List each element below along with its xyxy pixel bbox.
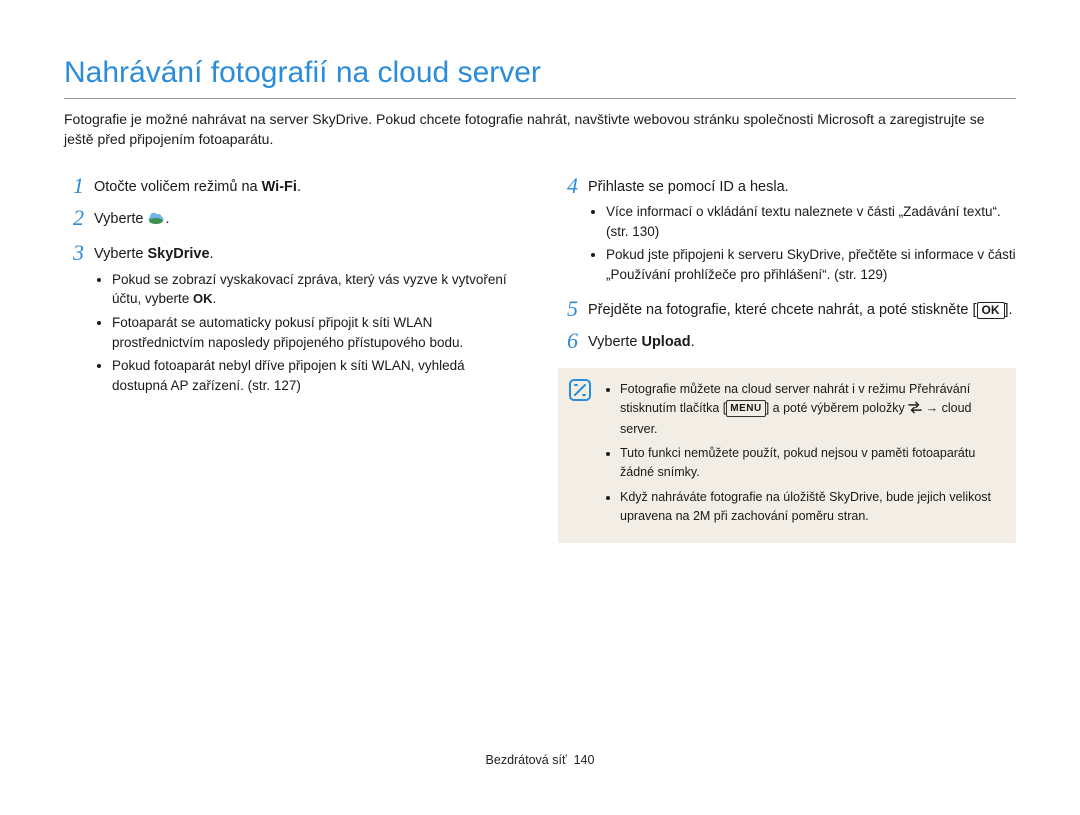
ok-button-label: OK [977, 302, 1005, 320]
step-number: 2 [64, 206, 84, 233]
right-column: 4 Přihlaste se pomocí ID a hesla. Více i… [558, 174, 1016, 544]
columns: 1 Otočte voličem režimů na Wi-Fi. 2 Vybe… [64, 174, 1016, 544]
step-text-end: ]. [1005, 302, 1013, 318]
step-4-bullets: Více informací o vkládání textu naleznet… [588, 202, 1016, 284]
left-column: 1 Otočte voličem režimů na Wi-Fi. 2 Vybe… [64, 174, 522, 544]
step-number: 6 [558, 329, 578, 354]
note-item: Když nahráváte fotografie na úložiště Sk… [620, 488, 1002, 526]
bullet-text-end: . [213, 291, 217, 306]
step-text: Vyberte [94, 246, 147, 262]
transfer-icon [908, 401, 922, 420]
step-bold: Upload [641, 334, 690, 350]
step-text-end: . [210, 246, 214, 262]
bullet: Pokud jste připojeni k serveru SkyDrive,… [606, 245, 1016, 284]
step-text: Vyberte [94, 211, 147, 227]
page-title: Nahrávání fotografií na cloud server [64, 56, 1016, 90]
step-text: Vyberte [588, 334, 641, 350]
note-box: Fotografie můžete na cloud server nahrát… [558, 368, 1016, 543]
step-text: Přejděte na fotografie, které chcete nah… [588, 302, 977, 318]
step-text-end: . [691, 334, 695, 350]
wifi-label: Wi-Fi [262, 179, 297, 195]
bullet: Fotoaparát se automaticky pokusí připoji… [112, 313, 522, 352]
step-number: 4 [558, 174, 578, 289]
note-icon [568, 378, 592, 402]
step-text-end: . [297, 179, 301, 195]
page-footer: Bezdrátová síť 140 [64, 753, 1016, 767]
intro-text: Fotografie je možné nahrávat na server S… [64, 109, 1016, 150]
step-number: 3 [64, 241, 84, 399]
footer-page-number: 140 [574, 753, 595, 767]
step-text: Přihlaste se pomocí ID a hesla. [588, 177, 1016, 199]
step-number: 5 [558, 297, 578, 322]
note-item: Tuto funkci nemůžete použít, pokud nejso… [620, 444, 1002, 482]
step-text-end: . [165, 211, 169, 227]
step-text: Otočte voličem režimů na [94, 179, 262, 195]
ok-bold: OK [193, 291, 213, 306]
step-1: 1 Otočte voličem režimů na Wi-Fi. [64, 174, 522, 199]
step-6: 6 Vyberte Upload. [558, 329, 1016, 354]
step-number: 1 [64, 174, 84, 199]
bullet-text: Pokud se zobrazí vyskakovací zpráva, kte… [112, 272, 507, 307]
step-4: 4 Přihlaste se pomocí ID a hesla. Více i… [558, 174, 1016, 289]
step-2: 2 Vyberte . [64, 206, 522, 233]
bullet: Více informací o vkládání textu naleznet… [606, 202, 1016, 241]
step-bold: SkyDrive [147, 246, 209, 262]
step-5: 5 Přejděte na fotografie, které chcete n… [558, 297, 1016, 322]
title-rule [64, 98, 1016, 99]
menu-button-label: MENU [726, 400, 765, 417]
footer-section: Bezdrátová síť [486, 753, 567, 767]
bullet: Pokud se zobrazí vyskakovací zpráva, kte… [112, 270, 522, 309]
step-3: 3 Vyberte SkyDrive. Pokud se zobrazí vys… [64, 241, 522, 399]
note-item: Fotografie můžete na cloud server nahrát… [620, 380, 1002, 438]
bullet: Pokud fotoaparát nebyl dříve připojen k … [112, 356, 522, 395]
step-3-bullets: Pokud se zobrazí vyskakovací zpráva, kte… [94, 270, 522, 396]
note-text: ] a poté výběrem položky [766, 401, 908, 415]
cloud-color-icon [147, 211, 165, 233]
